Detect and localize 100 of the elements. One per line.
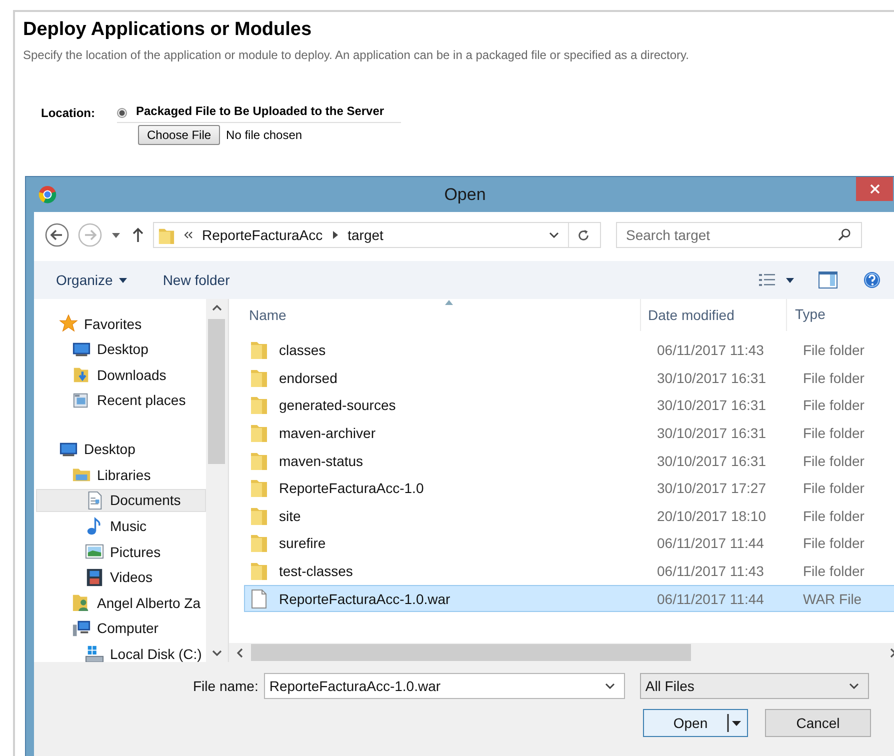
new-folder-button[interactable]: New folder bbox=[162, 272, 230, 288]
navigation-item[interactable]: Computer bbox=[36, 616, 206, 640]
file-name: endorsed bbox=[279, 370, 338, 386]
scroll-up-icon[interactable] bbox=[212, 305, 222, 311]
file-row[interactable]: maven-archiver 30/10/2017 16:31 File folder bbox=[244, 420, 894, 446]
navigation-item[interactable]: Desktop bbox=[36, 438, 206, 461]
navigation-item[interactable]: Recent places bbox=[36, 388, 206, 412]
column-header[interactable]: Type bbox=[795, 306, 826, 322]
close-button[interactable] bbox=[856, 177, 893, 201]
dropdown-icon bbox=[849, 683, 860, 689]
date-modified: 30/10/2017 16:31 bbox=[657, 370, 767, 386]
file-name: maven-status bbox=[279, 452, 364, 469]
file-row[interactable]: test-classes 06/11/2017 11:43 File folder bbox=[244, 558, 894, 584]
folder-icon bbox=[250, 506, 268, 526]
date-modified: 30/10/2017 16:31 bbox=[657, 452, 767, 469]
breadcrumb-arrow-icon bbox=[332, 231, 338, 239]
folder-icon bbox=[250, 368, 268, 388]
breadcrumb-item[interactable]: target bbox=[348, 227, 384, 243]
date-modified: 06/11/2017 11:44 bbox=[657, 590, 765, 607]
navigation-item[interactable]: Documents bbox=[36, 488, 206, 512]
navigation-item[interactable]: Libraries bbox=[36, 463, 206, 486]
navigation-item[interactable]: Videos bbox=[36, 566, 206, 589]
refresh-icon[interactable] bbox=[577, 228, 590, 242]
column-header[interactable]: Name bbox=[249, 307, 286, 323]
file-name: site bbox=[279, 508, 301, 524]
navigation-item[interactable]: Desktop bbox=[36, 338, 206, 361]
back-icon[interactable] bbox=[44, 222, 70, 248]
file-row[interactable]: generated-sources 30/10/2017 16:31 File folder bbox=[244, 392, 894, 419]
file-type: File folder bbox=[803, 425, 864, 442]
caret-icon bbox=[118, 278, 127, 282]
organize-menu[interactable]: Organize bbox=[56, 272, 113, 288]
split-dropdown-icon[interactable] bbox=[727, 712, 743, 734]
folder-icon bbox=[250, 340, 268, 360]
caret-icon[interactable] bbox=[112, 232, 120, 238]
file-type: File folder bbox=[803, 342, 864, 358]
file-type: File folder bbox=[803, 370, 864, 386]
up-arrow-icon[interactable] bbox=[132, 227, 144, 243]
file-type: File folder bbox=[803, 452, 864, 469]
address-bar[interactable]: ReporteFacturaAcc target bbox=[153, 222, 601, 248]
dialog-title: Open bbox=[443, 184, 487, 204]
breadcrumb-item[interactable]: ReporteFacturaAcc bbox=[202, 227, 323, 243]
navigation-item[interactable]: Favorites bbox=[36, 312, 206, 335]
file-name: maven-archiver bbox=[279, 425, 376, 442]
user-folder-icon bbox=[72, 593, 91, 612]
page-title: Deploy Applications or Modules bbox=[23, 18, 313, 42]
folder-icon bbox=[250, 478, 268, 498]
search-field[interactable]: Search target bbox=[616, 222, 862, 248]
file-name: ReporteFacturaAcc-1.0 bbox=[279, 480, 424, 496]
file-row[interactable]: classes 06/11/2017 11:43 File folder bbox=[244, 337, 894, 364]
caret-icon[interactable] bbox=[786, 278, 794, 282]
date-modified: 06/11/2017 11:44 bbox=[657, 535, 765, 552]
browser-logo-icon bbox=[38, 185, 57, 204]
navigation-item[interactable]: Downloads bbox=[36, 363, 206, 386]
choose-file-button[interactable]: Choose File bbox=[138, 125, 220, 145]
column-header[interactable]: Date modified bbox=[648, 307, 734, 323]
folder-icon bbox=[250, 395, 268, 416]
option-label: Packaged File to Be Uploaded to the Server bbox=[136, 104, 384, 118]
film-icon bbox=[85, 568, 104, 587]
date-modified: 20/10/2017 18:10 bbox=[657, 508, 767, 524]
preview-pane-icon[interactable] bbox=[818, 271, 838, 289]
location-label: Location: bbox=[41, 106, 96, 122]
navigation-item[interactable]: Music bbox=[36, 514, 206, 538]
date-modified: 30/10/2017 16:31 bbox=[657, 425, 767, 442]
dropdown-icon bbox=[605, 683, 616, 689]
help-icon[interactable] bbox=[863, 271, 881, 289]
navigation-item[interactable]: Angel Alberto Za bbox=[36, 591, 206, 614]
date-modified: 06/11/2017 11:43 bbox=[657, 563, 765, 580]
radio-button[interactable] bbox=[117, 108, 127, 118]
cancel-button[interactable]: Cancel bbox=[765, 709, 871, 737]
folder-icon bbox=[250, 450, 268, 471]
file-name-field[interactable]: ReporteFacturaAcc-1.0.war bbox=[264, 673, 626, 699]
file-row[interactable]: ReporteFacturaAcc-1.0.war 06/11/2017 11:44 WAR File bbox=[244, 585, 894, 612]
horizontal-scrollbar[interactable] bbox=[229, 643, 894, 662]
file-status: No file chosen bbox=[226, 128, 302, 142]
scroll-down-icon[interactable] bbox=[212, 650, 222, 656]
navigation-item[interactable]: Pictures bbox=[36, 540, 206, 564]
scrollbar[interactable] bbox=[206, 299, 227, 662]
close-icon bbox=[870, 184, 880, 194]
folder-icon bbox=[250, 533, 268, 554]
file-row[interactable]: site 20/10/2017 18:10 File folder bbox=[244, 502, 894, 530]
computer-icon bbox=[72, 618, 91, 638]
date-modified: 06/11/2017 11:43 bbox=[657, 342, 765, 358]
navigation-item[interactable]: Local Disk (C:) bbox=[36, 642, 206, 662]
file-name-label: File name: bbox=[193, 678, 258, 694]
file-type: File folder bbox=[803, 480, 864, 496]
page-description: Specify the location of the application or module to deploy. An application can be in a packaged file or specified as a directory. bbox=[23, 48, 690, 62]
file-row[interactable]: ReporteFacturaAcc-1.0 30/10/2017 17:27 File folder bbox=[244, 474, 894, 502]
file-type: File folder bbox=[803, 535, 864, 552]
dropdown-icon[interactable] bbox=[549, 232, 559, 238]
view-options-icon[interactable] bbox=[758, 272, 776, 288]
file-name: classes bbox=[279, 342, 326, 358]
search-icon bbox=[838, 228, 851, 241]
file-row[interactable]: surefire 06/11/2017 11:44 File folder bbox=[244, 530, 894, 557]
scroll-left-icon[interactable] bbox=[237, 648, 243, 658]
sort-arrow-icon bbox=[445, 300, 453, 305]
file-type-dropdown[interactable]: All Files bbox=[640, 673, 870, 699]
file-row[interactable]: endorsed 30/10/2017 16:31 File folder bbox=[244, 364, 894, 392]
picture-icon bbox=[85, 542, 104, 562]
file-row[interactable]: maven-status 30/10/2017 16:31 File folder bbox=[244, 447, 894, 474]
file-name: ReporteFacturaAcc-1.0.war bbox=[279, 590, 450, 607]
